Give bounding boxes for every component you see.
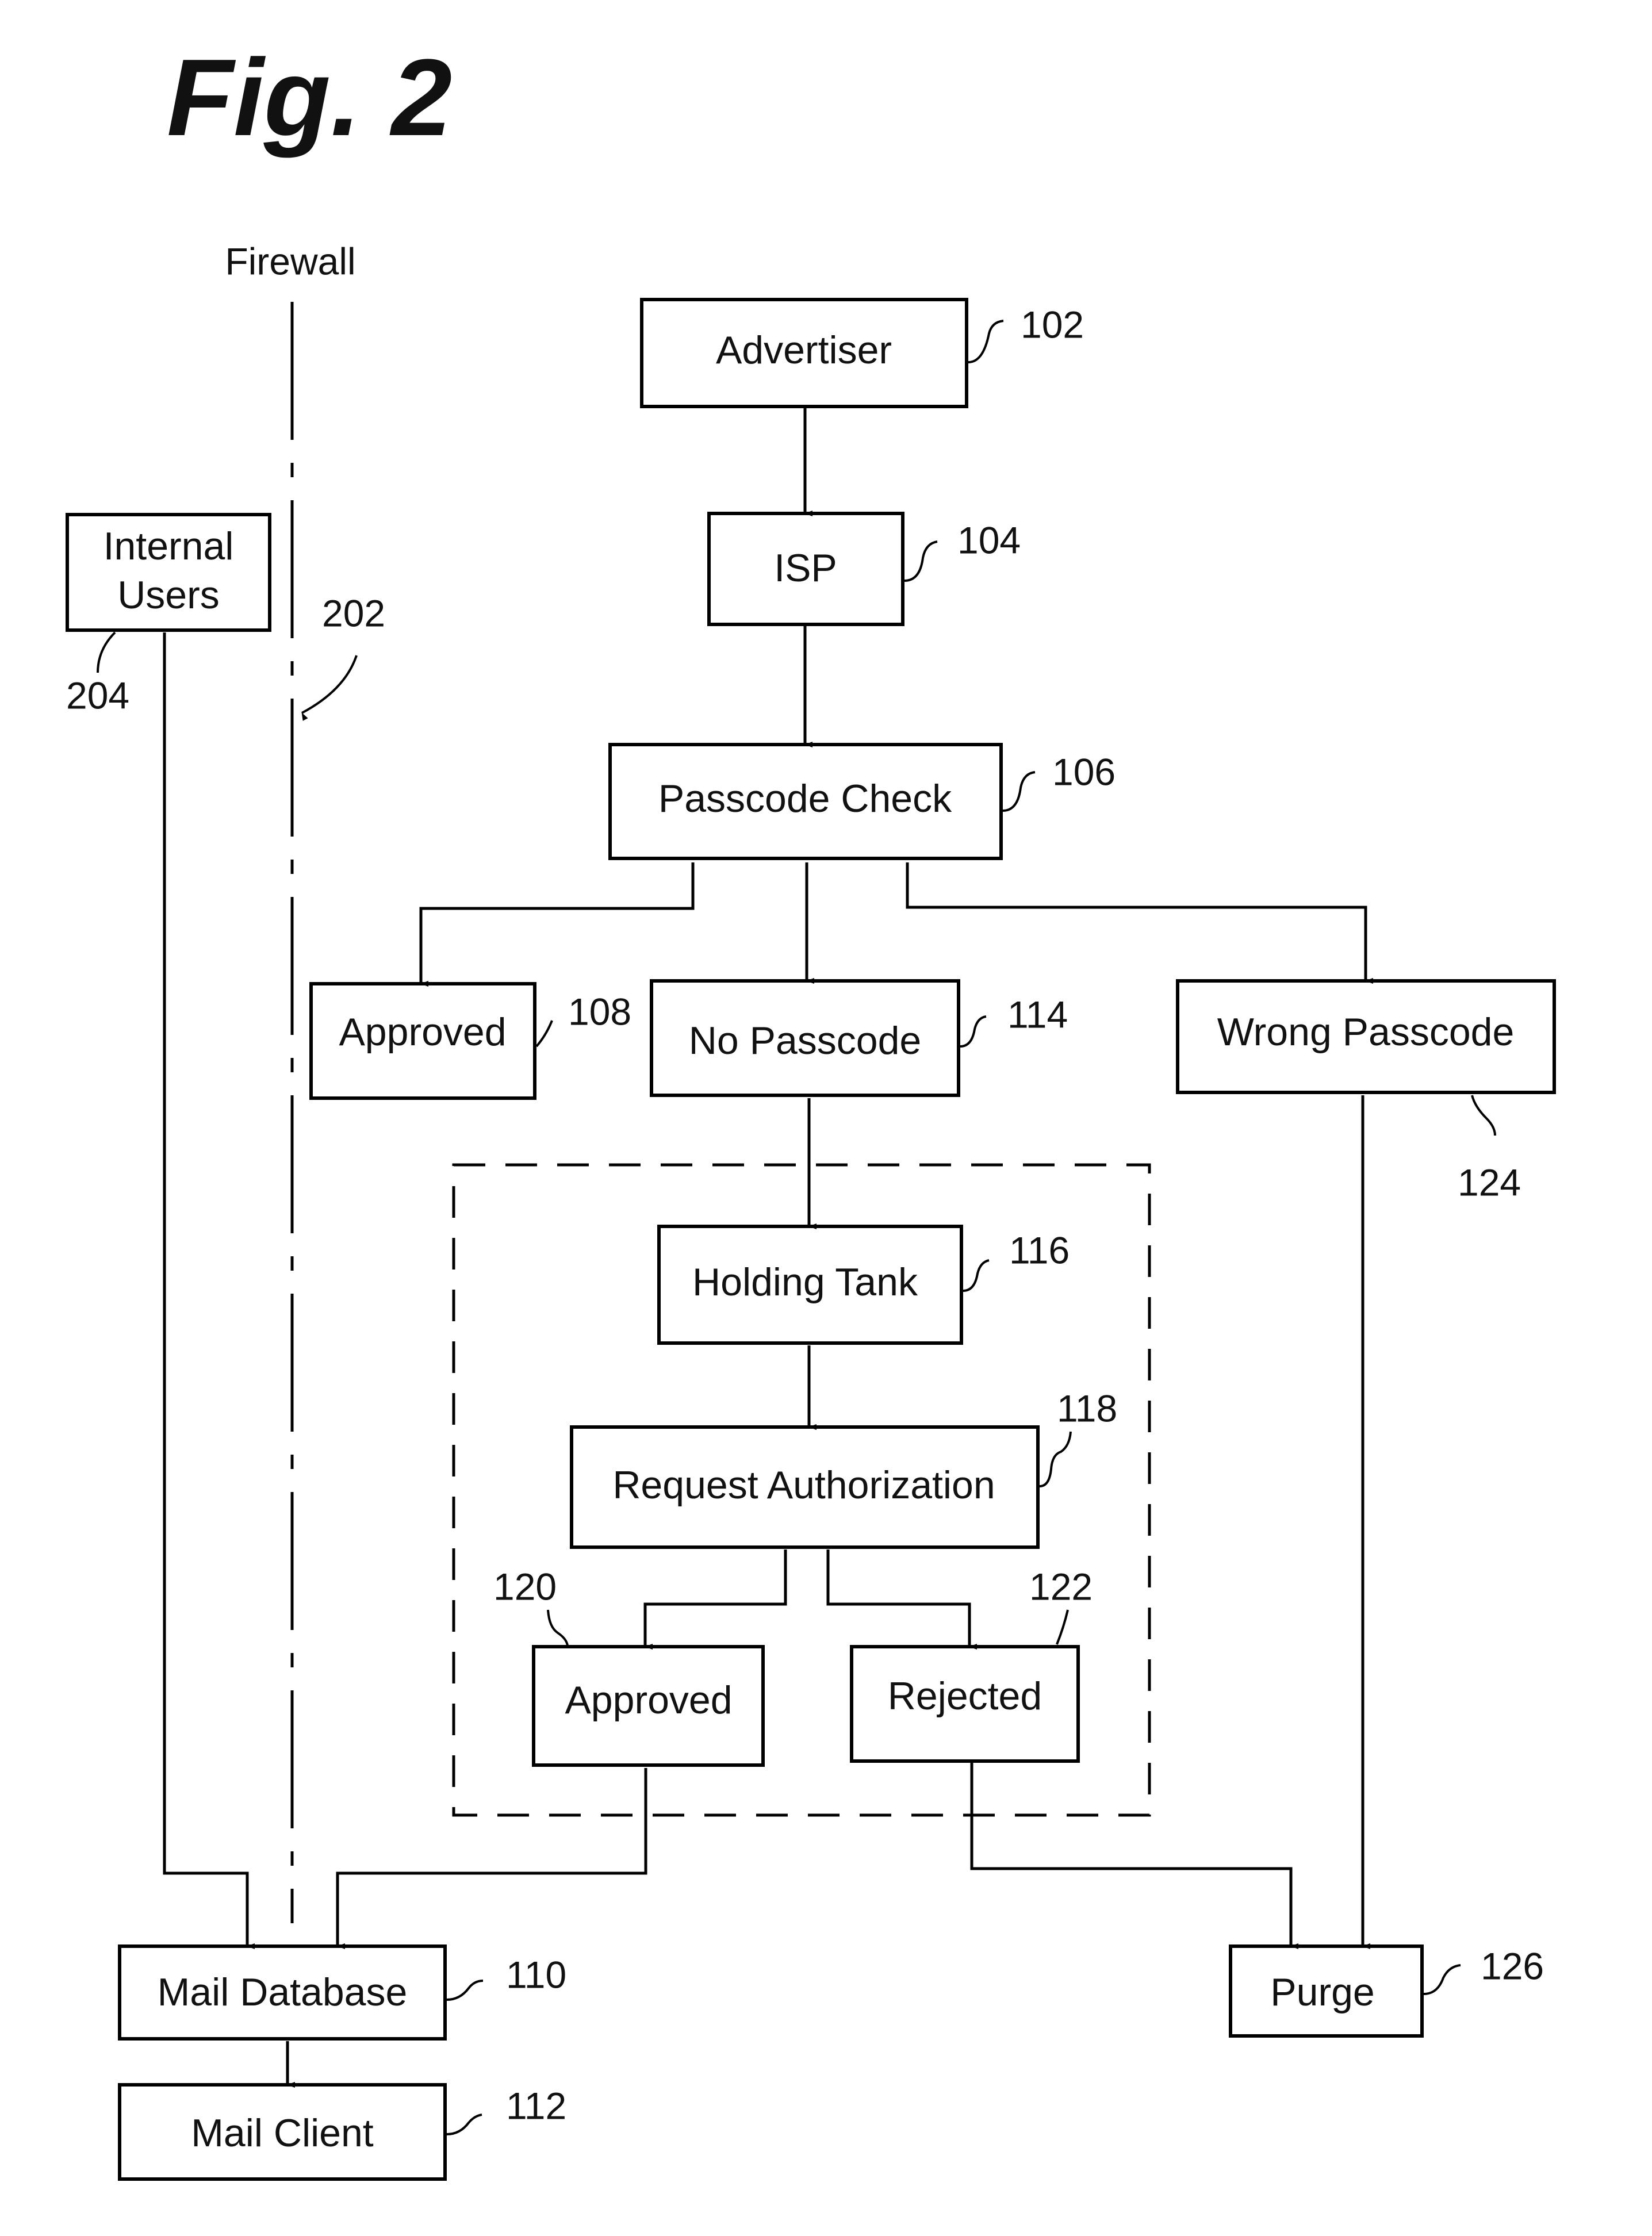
no-passcode-label: No Passcode (689, 1019, 921, 1063)
purge-ref: 126 (1481, 1944, 1544, 1987)
isp-ref: 104 (957, 519, 1021, 561)
rejected-ref: 122 (1029, 1565, 1093, 1608)
request-authorization-ref: 118 (1057, 1387, 1117, 1429)
passcode-check-ref: 106 (1052, 750, 1116, 793)
purge-leader (1423, 1964, 1461, 1995)
approved-after-request-leader (547, 1609, 569, 1646)
flowchart-diagram: Fig. 2 Firewall 202 Internal Users 204 A… (66, 37, 1556, 2181)
mail-database-label: Mail Database (158, 1970, 408, 2014)
rejected-leader (1056, 1609, 1069, 1645)
edge-request-authorization-rejected (826, 1550, 977, 1650)
rejected-label: Rejected (888, 1674, 1042, 1718)
edge-request-authorization-approved (643, 1550, 787, 1650)
internal-users-label-line2: Users (117, 573, 220, 617)
request-authorization-leader (1039, 1431, 1072, 1487)
firewall-ref-arrow (301, 655, 358, 721)
holding-tank-label: Holding Tank (692, 1260, 918, 1304)
internal-users-label-line1: Internal (104, 524, 234, 568)
holding-tank-ref: 116 (1009, 1229, 1070, 1271)
advertiser-ref: 102 (1021, 303, 1084, 346)
purge-label: Purge (1270, 1970, 1374, 2014)
no-passcode-leader (960, 1015, 987, 1048)
edge-rejected-purge (970, 1763, 1298, 1949)
wrong-passcode-ref: 124 (1458, 1161, 1521, 1203)
edge-passcode-check-wrong-passcode (906, 862, 1373, 984)
mail-client-ref: 112 (506, 2084, 566, 2127)
wrong-passcode-label: Wrong Passcode (1217, 1010, 1515, 1054)
approved-after-request-label: Approved (565, 1678, 732, 1722)
firewall-label: Firewall (225, 240, 355, 282)
mail-database-ref: 110 (506, 1953, 566, 1996)
edge-approved-mail-database (336, 1768, 647, 1949)
internal-users-ref: 204 (66, 674, 129, 716)
approved-direct-ref: 108 (568, 990, 631, 1033)
approved-direct-label: Approved (339, 1010, 506, 1054)
advertiser-label: Advertiser (716, 328, 892, 372)
wrong-passcode-leader (1471, 1095, 1496, 1136)
no-passcode-ref: 114 (1007, 993, 1068, 1035)
isp-label: ISP (774, 546, 837, 590)
edge-internal-users-mail-database (163, 632, 255, 1949)
edge-passcode-check-approved (419, 862, 695, 987)
holding-tank-leader (963, 1259, 990, 1292)
approved-direct-leader (535, 1020, 553, 1048)
mail-database-leader (446, 1980, 484, 2001)
isp-leader (904, 540, 938, 582)
request-authorization-label: Request Authorization (612, 1463, 995, 1507)
figure-title: Fig. 2 (167, 37, 452, 159)
passcode-check-leader (1002, 771, 1036, 812)
passcode-check-label: Passcode Check (658, 777, 952, 820)
firewall-ref: 202 (322, 592, 385, 634)
advertiser-leader (968, 320, 1004, 363)
approved-after-request-ref: 120 (493, 1565, 557, 1608)
mail-client-label: Mail Client (191, 2111, 374, 2155)
mail-client-leader (446, 2114, 482, 2135)
internal-users-leader (97, 631, 116, 673)
